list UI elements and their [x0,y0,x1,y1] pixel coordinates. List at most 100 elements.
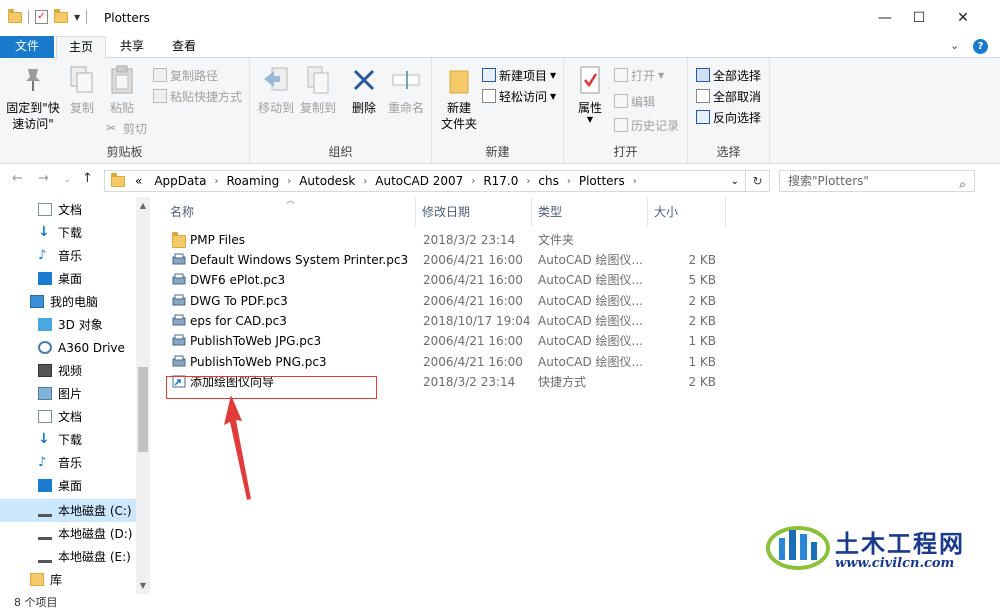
nav-item-3d-objects[interactable]: 3D 对象 [0,313,136,336]
nav-item-libraries[interactable]: 库 [0,568,136,591]
breadcrumb-item[interactable]: chs [532,174,564,188]
back-arrow-icon[interactable]: ← [12,171,23,186]
select-none-button[interactable]: 全部取消 [696,86,761,106]
file-name: DWG To PDF.pc3 [190,294,288,308]
column-header-type[interactable]: 类型 [532,197,648,227]
file-row[interactable]: PublishToWeb PNG.pc3 2006/4/21 16:00 Aut… [164,352,724,372]
edit-button[interactable]: 编辑 [614,91,655,111]
nav-item-desktop[interactable]: 桌面 [0,267,136,290]
copy-path-button[interactable]: 复制路径 [153,65,218,85]
refresh-button[interactable]: ↻ [746,170,770,192]
pin-quick-access-button[interactable]: 固定到"快 速访问" [4,64,62,132]
nav-item-a360-drive[interactable]: A360 Drive [0,336,136,359]
nav-item-drive-c[interactable]: 本地磁盘 (C:) [0,499,136,522]
search-input[interactable]: 搜索"Plotters" ⌕ [779,170,975,192]
rename-button[interactable]: 重命名 [384,64,428,116]
paste-shortcut-button[interactable]: 粘贴快捷方式 [153,86,242,106]
nav-item-documents[interactable]: 文档 [0,198,136,221]
move-to-button[interactable]: 移动到 [256,64,296,116]
file-date: 2006/4/21 16:00 [423,273,523,287]
select-all-button[interactable]: 全部选择 [696,65,761,85]
nav-item-downloads[interactable]: ↓ 下载 [0,428,136,451]
tab-file[interactable]: 文件 [0,36,54,58]
nav-scrollbar[interactable]: ▲ ▼ [136,197,150,597]
chevron-right-icon[interactable]: › [631,176,639,187]
nav-item-videos[interactable]: 视频 [0,359,136,382]
breadcrumb-item[interactable]: Plotters [573,174,631,188]
file-row[interactable]: eps for CAD.pc3 2018/10/17 19:04 AutoCAD… [164,311,724,331]
breadcrumb-item[interactable]: AutoCAD 2007 [369,174,469,188]
cut-button[interactable]: ✂ 剪切 [106,118,147,138]
breadcrumb-item[interactable]: AppData [148,174,212,188]
delete-button[interactable]: 删除 [346,64,382,116]
help-icon[interactable]: ? [973,39,988,54]
chevron-down-icon: ▼ [550,70,557,80]
column-header-date[interactable]: 修改日期 [416,197,532,227]
scrollbar-thumb[interactable] [138,367,148,452]
invert-selection-button[interactable]: 反向选择 [696,107,761,127]
breadcrumb-item[interactable]: Autodesk [293,174,361,188]
nav-item-music[interactable]: ♪ 音乐 [0,244,136,267]
tab-view[interactable]: 查看 [160,36,208,58]
up-arrow-icon[interactable]: ↑ [82,171,93,186]
maximize-button[interactable]: ☐ [896,0,942,36]
paste-button[interactable]: 粘贴 [104,64,140,116]
close-button[interactable]: ✕ [940,0,986,36]
file-row[interactable]: DWF6 ePlot.pc3 2006/4/21 16:00 AutoCAD 绘… [164,270,724,290]
properties-icon[interactable]: ✓ [35,10,48,24]
forward-arrow-icon[interactable]: → [38,171,49,186]
column-header-size[interactable]: 大小 [648,197,726,227]
tab-share[interactable]: 共享 [108,36,156,58]
history-button[interactable]: 历史记录 [614,115,679,135]
chevron-up-icon[interactable]: ▲ [136,201,150,210]
chevron-right-icon[interactable]: › [524,176,532,187]
nav-item-downloads[interactable]: ↓ 下载 [0,221,136,244]
new-item-button[interactable]: 新建项目 ▼ [482,65,556,85]
new-folder-icon[interactable] [54,8,68,23]
nav-item-drive-e[interactable]: 本地磁盘 (E:) [0,545,136,568]
chevron-down-icon[interactable]: ⌄ [731,176,739,187]
file-row[interactable]: Default Windows System Printer.pc3 2006/… [164,250,724,270]
chevron-down-icon[interactable]: ▼ [74,13,80,22]
easy-access-button[interactable]: 轻松访问 ▼ [482,86,556,106]
nav-item-this-pc[interactable]: 我的电脑 [0,290,136,313]
chevron-right-icon[interactable]: › [565,176,573,187]
recent-locations-chevron-icon[interactable]: ⌄ [64,175,71,184]
tab-home[interactable]: 主页 [56,36,106,59]
site-logo-icon [766,526,830,570]
nav-item-pictures[interactable]: 图片 [0,382,136,405]
breadcrumb-overflow[interactable]: « [129,174,148,188]
chevron-right-icon[interactable]: › [285,176,293,187]
chevron-right-icon[interactable]: › [361,176,369,187]
open-group-label: 打开 [613,145,638,159]
folder-icon [172,232,186,248]
file-row[interactable]: PMP Files 2018/3/2 23:14 文件夹 [164,230,724,250]
breadcrumb-item[interactable]: R17.0 [477,174,524,188]
open-button[interactable]: 打开 ▼ [614,65,664,85]
chevron-down-icon[interactable]: ▼ [136,581,150,590]
computer-icon [30,295,44,308]
nav-item-music[interactable]: ♪ 音乐 [0,451,136,474]
file-row[interactable]: DWG To PDF.pc3 2006/4/21 16:00 AutoCAD 绘… [164,291,724,311]
nav-label: 文档 [58,203,83,217]
nav-item-desktop[interactable]: 桌面 [0,474,136,497]
nav-item-documents[interactable]: 文档 [0,405,136,428]
file-row[interactable]: PublishToWeb JPG.pc3 2006/4/21 16:00 Aut… [164,331,724,351]
nav-item-drive-d[interactable]: 本地磁盘 (D:) [0,522,136,545]
file-date: 2006/4/21 16:00 [423,253,523,267]
chevron-right-icon[interactable]: › [469,176,477,187]
address-box[interactable]: « AppData › Roaming › Autodesk › AutoCAD… [104,170,746,192]
file-name: PublishToWeb JPG.pc3 [190,334,322,348]
chevron-down-icon[interactable]: ⌄ [950,39,959,52]
copy-button[interactable]: 复制 [64,64,100,116]
column-header-name[interactable]: 名称 [164,197,416,227]
breadcrumb-item[interactable]: Roaming [220,174,285,188]
chevron-right-icon[interactable]: › [212,176,220,187]
drive-icon [38,509,52,517]
new-group: 新建 文件夹 新建项目 ▼ 轻松访问 ▼ 新建 [432,58,564,164]
copy-to-button[interactable]: 复制到 [298,64,338,116]
file-size: 2 KB [688,294,716,308]
properties-button[interactable]: 属性 ▼ [572,64,608,124]
new-folder-button[interactable]: 新建 文件夹 [436,64,482,132]
plotter-file-icon [172,294,186,306]
